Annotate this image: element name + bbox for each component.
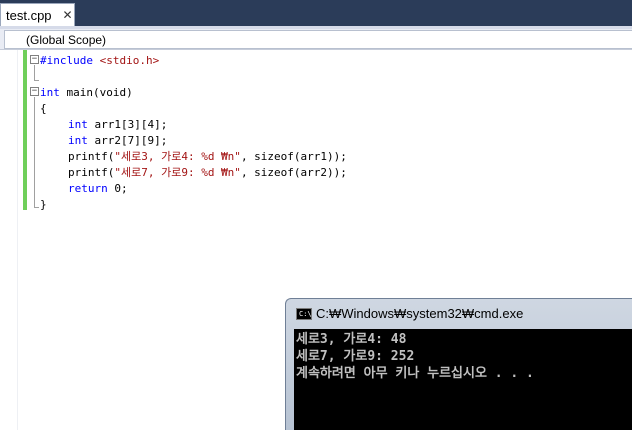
code-line-7: printf("세로3, 가로4: %d ₩n", sizeof(arr1)); [68,150,347,163]
console-window[interactable]: C:\ C:₩Windows₩system32₩cmd.exe 세로3, 가로4… [285,298,632,430]
code-line-4: { [40,102,47,115]
console-line: 세로7, 가로9: 252 [296,349,415,364]
console-title: C:₩Windows₩system32₩cmd.exe [316,306,524,321]
tab-label: test.cpp [6,7,52,23]
close-icon[interactable]: ✕ [63,8,73,22]
scope-label: (Global Scope) [26,33,107,47]
collapse-icon[interactable]: − [30,55,39,64]
navigation-bar: (Global Scope) [0,29,632,50]
code-line-6: int arr2[7][9]; [68,134,168,147]
console-line: 세로3, 가로4: 48 [296,332,407,347]
document-tab-strip: test.cpp ✕ [0,0,632,26]
code-line-1: #include <stdio.h> [40,54,160,67]
fold-guide [34,65,35,80]
editor-margin [0,50,18,430]
change-tracking-bar [23,50,27,210]
code-line-8: printf("세로7, 가로9: %d ₩n", sizeof(arr2)); [68,166,347,179]
collapse-icon[interactable]: − [30,87,39,96]
fold-guide-end [34,207,39,208]
code-line-10: } [40,198,47,211]
fold-guide-end [34,80,39,81]
console-output[interactable]: 세로3, 가로4: 48 세로7, 가로9: 252 계속하려면 아무 키나 누르십… [294,329,632,430]
code-line-5: int arr1[3][4]; [68,118,168,131]
fold-guide [34,97,35,207]
tab-test-cpp[interactable]: test.cpp ✕ [0,3,75,26]
console-line: 계속하려면 아무 키나 누르십시오 . . . [296,366,534,381]
code-line-3: int main(void) [40,86,133,99]
console-titlebar[interactable]: C:\ C:₩Windows₩system32₩cmd.exe [285,298,632,328]
cmd-icon: C:\ [296,308,312,320]
scope-dropdown[interactable]: (Global Scope) [4,30,632,49]
code-line-9: return 0; [68,182,128,195]
console-text: 세로3, 가로4: 48 세로7, 가로9: 252 계속하려면 아무 키나 누르십… [296,331,534,382]
